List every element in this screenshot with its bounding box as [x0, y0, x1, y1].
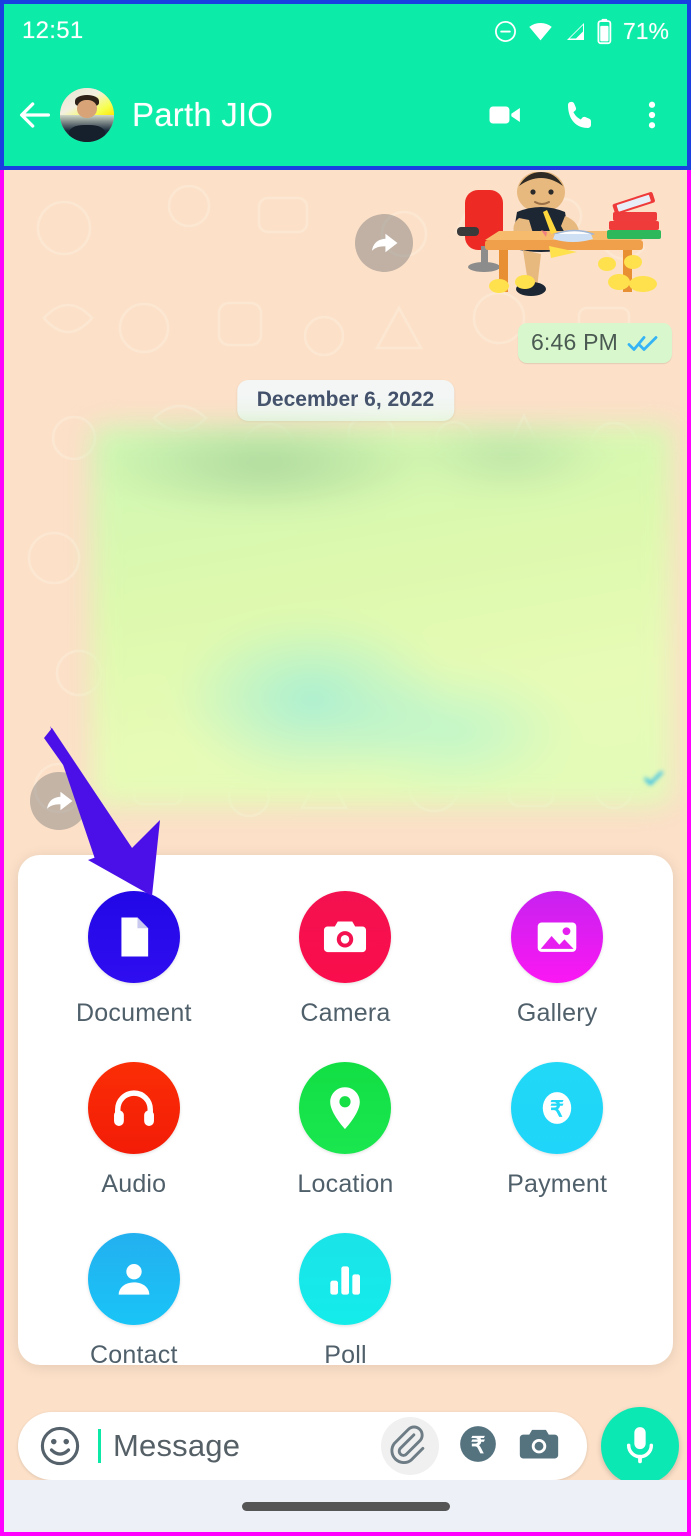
gesture-pill[interactable] — [241, 1501, 450, 1511]
date-divider: December 6, 2022 — [236, 380, 455, 421]
headphones-icon — [113, 1090, 154, 1126]
voice-call-button[interactable] — [562, 97, 599, 134]
message-input-bar: Message ₹ — [4, 1407, 687, 1485]
attachment-item-payment[interactable]: ₹ Payment — [451, 1062, 663, 1199]
forward-message-button-2[interactable] — [30, 772, 88, 830]
attachment-label: Poll — [324, 1341, 367, 1369]
attachment-item-audio[interactable]: Audio — [28, 1062, 240, 1199]
battery-icon — [597, 18, 612, 44]
payment-button[interactable]: ₹ — [457, 1423, 499, 1470]
image-icon — [537, 922, 577, 952]
attachment-label: Camera — [300, 999, 391, 1027]
forward-message-button[interactable] — [355, 214, 413, 272]
status-icon-group: 71% — [493, 18, 669, 45]
attachment-item-gallery[interactable]: Gallery — [451, 891, 663, 1028]
attachment-grid: Document Camera Gallery Audio Location ₹… — [28, 891, 663, 1370]
attachment-label: Document — [76, 999, 192, 1027]
person-icon — [118, 1264, 150, 1295]
forward-arrow-icon — [46, 791, 73, 811]
svg-text:₹: ₹ — [471, 1431, 486, 1457]
attachment-label: Location — [297, 1170, 394, 1198]
camera-button[interactable] — [517, 1424, 561, 1469]
poll-button[interactable] — [299, 1233, 392, 1325]
attachment-item-camera[interactable]: Camera — [240, 891, 452, 1028]
microphone-icon — [626, 1427, 654, 1464]
map-pin-icon — [330, 1087, 361, 1130]
forward-arrow-icon — [371, 233, 398, 253]
android-gesture-bar[interactable] — [4, 1480, 687, 1532]
camera-button[interactable] — [299, 891, 392, 983]
overflow-menu-button[interactable] — [637, 97, 667, 133]
more-vertical-icon — [648, 101, 656, 129]
message-timestamp-row: 6:46 PM — [517, 323, 672, 363]
text-cursor — [98, 1429, 101, 1463]
studying-person-sticker — [457, 172, 661, 296]
blurred-outgoing-message[interactable] — [92, 426, 672, 806]
paperclip-icon — [390, 1425, 425, 1465]
voice-record-button[interactable] — [601, 1407, 679, 1485]
attachment-item-contact[interactable]: Contact — [28, 1233, 240, 1370]
read-receipt-icon — [627, 335, 658, 351]
attachment-label: Audio — [101, 1170, 167, 1198]
signal-icon — [566, 22, 584, 40]
attachment-item-poll[interactable]: Poll — [240, 1233, 452, 1370]
attach-button[interactable] — [381, 1417, 439, 1475]
sticker-message[interactable] — [327, 172, 677, 322]
rupee-icon: ₹ — [542, 1092, 572, 1124]
attachment-item-location[interactable]: Location — [240, 1062, 452, 1199]
avatar-torso — [68, 124, 106, 142]
message-input[interactable]: Message — [113, 1428, 377, 1464]
camera-icon — [324, 921, 367, 953]
attachment-label: Contact — [90, 1341, 178, 1369]
svg-text:₹: ₹ — [550, 1096, 564, 1121]
message-time-label: 6:46 PM — [530, 329, 618, 355]
camera-icon — [519, 1429, 559, 1458]
contact-button[interactable] — [87, 1233, 180, 1325]
contact-name-label[interactable]: Parth JIO — [132, 96, 273, 134]
attachment-grid-spacer — [451, 1233, 663, 1370]
message-input-pill[interactable]: Message ₹ — [18, 1412, 587, 1480]
contact-avatar[interactable] — [60, 88, 114, 142]
document-button[interactable] — [87, 891, 180, 983]
video-call-button[interactable] — [486, 96, 524, 134]
location-button[interactable] — [299, 1062, 392, 1154]
audio-button[interactable] — [87, 1062, 180, 1154]
video-camera-icon — [489, 106, 520, 124]
bar-chart-icon — [330, 1266, 361, 1295]
rupee-circle-icon: ₹ — [460, 1425, 496, 1462]
battery-percent-label: 71% — [622, 17, 669, 44]
wifi-icon — [529, 22, 552, 40]
attachment-item-document[interactable]: Document — [28, 891, 240, 1028]
app-bar: Parth JIO — [0, 62, 691, 168]
phone-icon — [568, 101, 591, 128]
document-icon — [121, 917, 148, 957]
input-actions: ₹ — [381, 1417, 561, 1475]
emoji-smiley-icon — [40, 1426, 80, 1466]
app-bar-actions — [486, 96, 671, 134]
emoji-button[interactable] — [38, 1424, 82, 1468]
payment-button[interactable]: ₹ — [511, 1062, 604, 1154]
dnd-icon — [494, 20, 516, 42]
back-button[interactable] — [12, 92, 58, 138]
status-clock: 12:51 — [22, 17, 84, 44]
blurred-read-receipt-icon — [644, 771, 663, 786]
status-bar: 12:51 71% — [0, 0, 691, 62]
back-arrow-icon — [20, 102, 50, 128]
gallery-button[interactable] — [511, 891, 604, 983]
attachment-label: Payment — [507, 1170, 608, 1198]
attachment-sheet: Document Camera Gallery Audio Location ₹… — [18, 855, 673, 1369]
chat-header: 12:51 71% Parth JIO — [0, 0, 691, 168]
phone-screen: 12:51 71% Parth JIO 6:46 PM December 6, … — [0, 0, 691, 1536]
attachment-label: Gallery — [516, 999, 598, 1027]
